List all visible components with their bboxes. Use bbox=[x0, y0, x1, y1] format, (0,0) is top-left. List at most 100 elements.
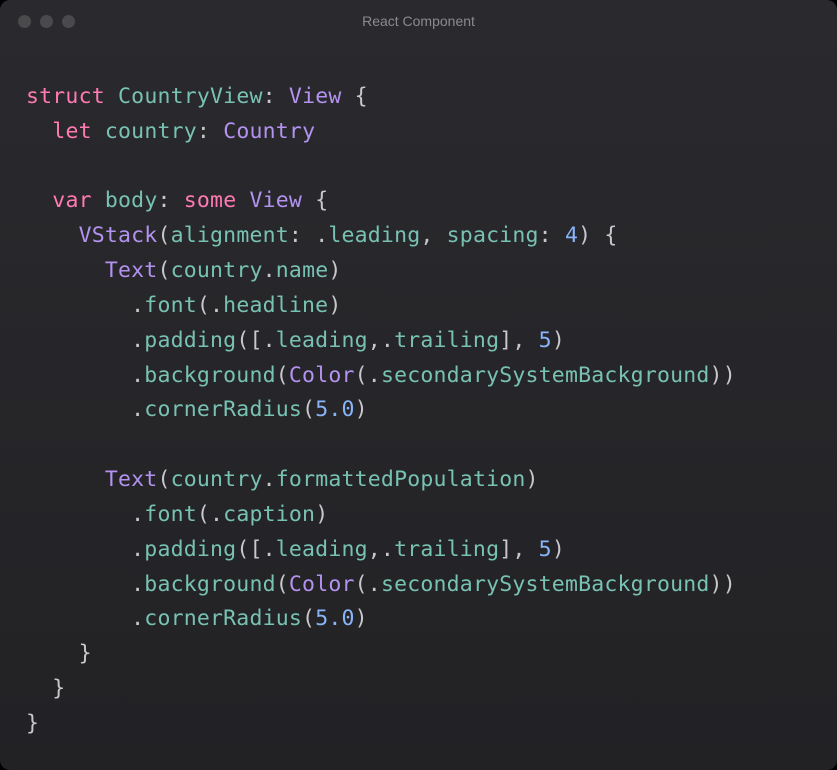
code-token: . bbox=[263, 258, 276, 283]
code-token: . bbox=[26, 537, 144, 562]
code-token: : bbox=[263, 84, 289, 109]
code-token: ( bbox=[302, 397, 315, 422]
code-token: padding bbox=[144, 537, 236, 562]
code-token: . bbox=[26, 293, 144, 318]
code-token: { bbox=[302, 188, 328, 213]
code-token: , bbox=[420, 223, 446, 248]
code-token: struct bbox=[26, 84, 105, 109]
code-token: { bbox=[342, 84, 368, 109]
code-token: ( bbox=[157, 467, 170, 492]
code-token: ) bbox=[328, 258, 341, 283]
code-token: ,. bbox=[368, 537, 394, 562]
code-token: 5.0 bbox=[315, 606, 354, 631]
code-token: background bbox=[144, 572, 275, 597]
code-token: font bbox=[144, 293, 197, 318]
code-token: Text bbox=[105, 258, 158, 283]
code-token: Color bbox=[289, 572, 355, 597]
code-token: trailing bbox=[394, 537, 499, 562]
code-token: ) bbox=[355, 397, 368, 422]
code-token: ) bbox=[526, 467, 539, 492]
code-token: ], bbox=[499, 328, 538, 353]
code-token bbox=[26, 223, 79, 248]
code-token bbox=[105, 84, 118, 109]
code-token: (. bbox=[197, 293, 223, 318]
code-token: (. bbox=[355, 572, 381, 597]
code-token: secondarySystemBackground bbox=[381, 363, 710, 388]
code-token bbox=[92, 119, 105, 144]
code-token: trailing bbox=[394, 328, 499, 353]
code-token: . bbox=[26, 606, 144, 631]
code-token: ) bbox=[552, 537, 565, 562]
code-token: CountryView bbox=[118, 84, 263, 109]
code-token: alignment bbox=[171, 223, 289, 248]
code-token bbox=[26, 119, 52, 144]
editor-window: React Component struct CountryView: View… bbox=[0, 0, 837, 770]
maximize-icon[interactable] bbox=[62, 15, 75, 28]
code-token: . bbox=[26, 397, 144, 422]
code-token: some bbox=[184, 188, 237, 213]
window-controls bbox=[18, 15, 75, 28]
code-token bbox=[92, 188, 105, 213]
code-token: ) bbox=[328, 293, 341, 318]
code-token: ) bbox=[315, 502, 328, 527]
code-token: ], bbox=[499, 537, 538, 562]
code-token: } bbox=[26, 711, 39, 736]
code-token: ) bbox=[552, 328, 565, 353]
code-token: ( bbox=[157, 223, 170, 248]
code-token: View bbox=[289, 84, 342, 109]
code-token: . bbox=[263, 467, 276, 492]
code-token: secondarySystemBackground bbox=[381, 572, 710, 597]
code-token: View bbox=[250, 188, 303, 213]
code-token: 5 bbox=[539, 537, 552, 562]
code-token: headline bbox=[223, 293, 328, 318]
code-token: 4 bbox=[565, 223, 578, 248]
code-token: : bbox=[539, 223, 565, 248]
code-token: formattedPopulation bbox=[276, 467, 526, 492]
code-token: (. bbox=[197, 502, 223, 527]
code-token: Color bbox=[289, 363, 355, 388]
code-token: ,. bbox=[368, 328, 394, 353]
code-token: 5.0 bbox=[315, 397, 354, 422]
code-token bbox=[236, 188, 249, 213]
code-token bbox=[26, 258, 105, 283]
code-token: var bbox=[52, 188, 91, 213]
code-token: } bbox=[26, 676, 65, 701]
titlebar: React Component bbox=[0, 0, 837, 42]
code-token: spacing bbox=[447, 223, 539, 248]
code-token: cornerRadius bbox=[144, 397, 302, 422]
code-token: ) { bbox=[578, 223, 617, 248]
window-title: React Component bbox=[0, 13, 837, 29]
code-editor[interactable]: struct CountryView: View { let country: … bbox=[0, 42, 837, 768]
code-token: let bbox=[52, 119, 91, 144]
code-token: leading bbox=[328, 223, 420, 248]
code-token: : . bbox=[289, 223, 328, 248]
code-token: name bbox=[276, 258, 329, 283]
code-token: leading bbox=[276, 328, 368, 353]
code-token: . bbox=[26, 363, 144, 388]
code-token: )) bbox=[710, 363, 736, 388]
code-token: font bbox=[144, 502, 197, 527]
code-token: country bbox=[171, 258, 263, 283]
code-token: padding bbox=[144, 328, 236, 353]
code-token: . bbox=[26, 572, 144, 597]
code-token: ([. bbox=[236, 537, 275, 562]
code-token: ( bbox=[302, 606, 315, 631]
code-token: . bbox=[26, 328, 144, 353]
minimize-icon[interactable] bbox=[40, 15, 53, 28]
code-token: } bbox=[26, 641, 92, 666]
code-token: 5 bbox=[539, 328, 552, 353]
code-token: country bbox=[171, 467, 263, 492]
code-token: ) bbox=[355, 606, 368, 631]
code-token: Country bbox=[223, 119, 315, 144]
code-token: ( bbox=[157, 258, 170, 283]
code-token bbox=[26, 467, 105, 492]
code-token: ( bbox=[276, 572, 289, 597]
code-token: background bbox=[144, 363, 275, 388]
code-token: body bbox=[105, 188, 158, 213]
close-icon[interactable] bbox=[18, 15, 31, 28]
code-token: : bbox=[157, 188, 183, 213]
code-token: ([. bbox=[236, 328, 275, 353]
code-token: country bbox=[105, 119, 197, 144]
code-token: Text bbox=[105, 467, 158, 492]
code-token: VStack bbox=[79, 223, 158, 248]
